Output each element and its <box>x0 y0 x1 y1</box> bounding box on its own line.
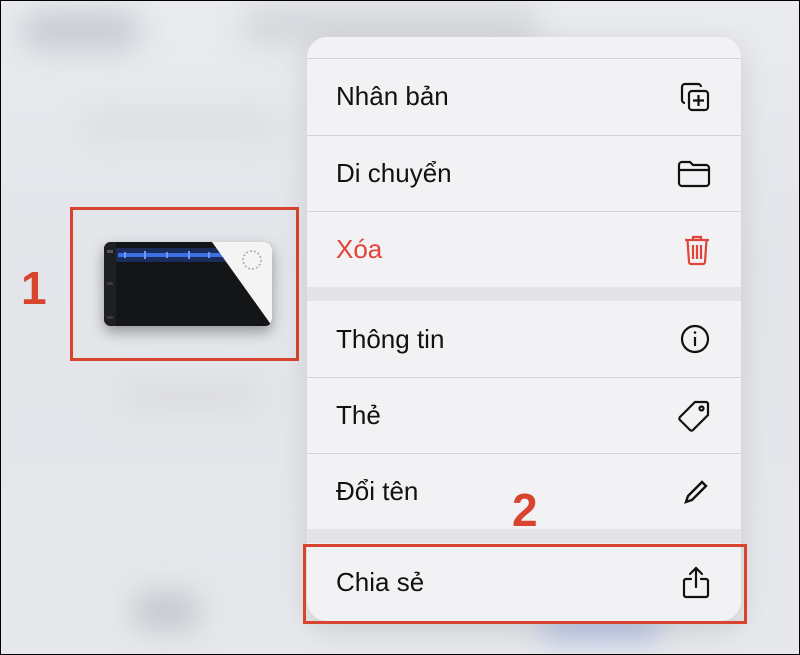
duplicate-icon <box>679 81 711 113</box>
menu-item-label: Thẻ <box>336 400 381 430</box>
trash-icon <box>683 234 711 266</box>
file-thumbnail[interactable] <box>104 242 272 326</box>
menu-item-label: Di chuyển <box>336 158 452 188</box>
menu-item-label: Xóa <box>336 234 383 264</box>
screenshot-frame: 1 Nhân bản Di chuyển Xóa Thông tin Thẻ Đ… <box>0 0 800 655</box>
annotation-number-1: 1 <box>21 262 47 314</box>
pencil-icon <box>681 477 711 507</box>
background-blur <box>81 111 281 141</box>
info-icon <box>679 323 711 355</box>
menu-item-move[interactable]: Di chuyển <box>307 136 741 211</box>
background-blur <box>131 591 201 631</box>
annotation-box-2 <box>303 544 747 624</box>
tag-icon <box>677 399 711 433</box>
background-blur <box>21 11 141 51</box>
menu-group-divider <box>307 287 741 301</box>
menu-item-label: Nhân bản <box>336 81 449 111</box>
background-blur <box>121 381 261 411</box>
annotation-number-2: 2 <box>512 484 538 536</box>
menu-item-info[interactable]: Thông tin <box>307 301 741 377</box>
menu-item-label: Thông tin <box>336 323 445 354</box>
menu-item-delete[interactable]: Xóa <box>307 212 741 287</box>
menu-item-duplicate[interactable]: Nhân bản <box>307 59 741 134</box>
menu-item-tags[interactable]: Thẻ <box>307 378 741 453</box>
thumbnail-preview <box>104 242 272 326</box>
folder-icon <box>677 160 711 188</box>
menu-item-label: Đổi tên <box>336 476 419 506</box>
